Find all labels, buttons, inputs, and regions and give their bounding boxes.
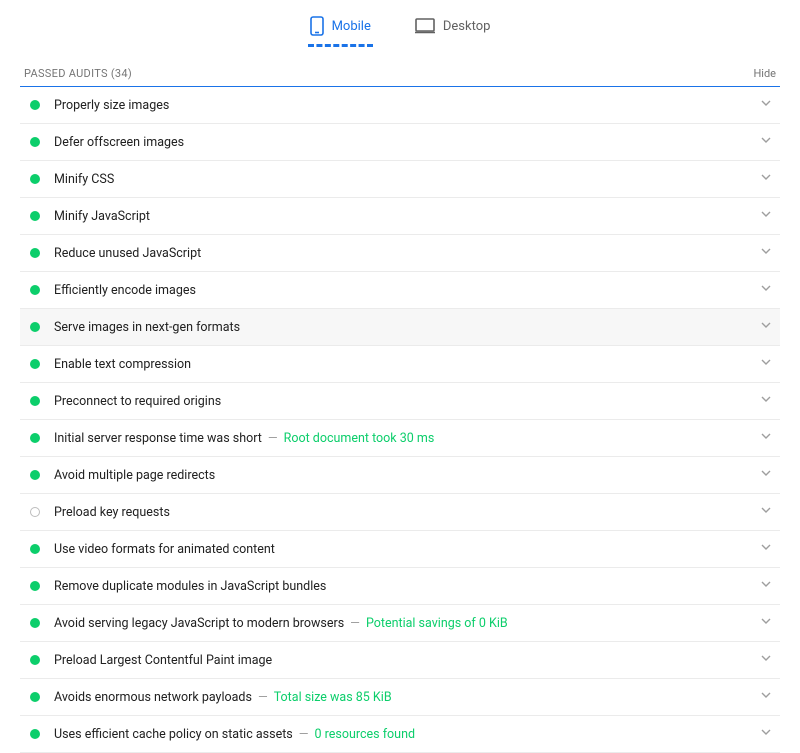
audit-label: Enable text compression bbox=[54, 357, 191, 372]
audit-detail: Root document took 30 ms bbox=[284, 431, 435, 446]
audit-detail: Potential savings of 0 KiB bbox=[366, 616, 508, 631]
audit-row[interactable]: Avoids enormous network payloads — Total s… bbox=[20, 679, 780, 716]
section-header[interactable]: Passed Audits (34) Hide bbox=[20, 59, 780, 87]
pass-status-icon bbox=[30, 396, 40, 406]
chevron-down-icon bbox=[760, 504, 772, 520]
separator: — bbox=[299, 727, 309, 742]
separator: — bbox=[268, 431, 278, 446]
audit-row[interactable]: Preload key requests bbox=[20, 494, 780, 531]
device-tabbar: Mobile Desktop bbox=[0, 0, 800, 47]
audit-row[interactable]: Avoid serving legacy JavaScript to moder… bbox=[20, 605, 780, 642]
audit-label: Uses efficient cache policy on static as… bbox=[54, 727, 293, 742]
audit-label: Preconnect to required origins bbox=[54, 394, 221, 409]
pass-status-icon bbox=[30, 359, 40, 369]
audit-label: Defer offscreen images bbox=[54, 135, 184, 150]
audit-label: Remove duplicate modules in JavaScript b… bbox=[54, 579, 326, 594]
audit-label: Preload key requests bbox=[54, 505, 170, 520]
tab-desktop[interactable]: Desktop bbox=[413, 12, 493, 45]
audit-row[interactable]: Avoid multiple page redirects bbox=[20, 457, 780, 494]
audit-row[interactable]: Minify JavaScript bbox=[20, 198, 780, 235]
audit-row[interactable]: Efficiently encode images bbox=[20, 272, 780, 309]
separator: — bbox=[258, 690, 268, 705]
audit-label: Minify JavaScript bbox=[54, 209, 150, 224]
chevron-down-icon bbox=[760, 208, 772, 224]
audit-row[interactable]: Preconnect to required origins bbox=[20, 383, 780, 420]
audit-row[interactable]: Defer offscreen images bbox=[20, 124, 780, 161]
pass-status-icon bbox=[30, 322, 40, 332]
chevron-down-icon bbox=[760, 726, 772, 742]
chevron-down-icon bbox=[760, 245, 772, 261]
audit-row[interactable]: Reduce unused JavaScript bbox=[20, 235, 780, 272]
audit-label: Avoid multiple page redirects bbox=[54, 468, 215, 483]
audit-row[interactable]: Minify CSS bbox=[20, 161, 780, 198]
audit-label: Properly size images bbox=[54, 98, 169, 113]
pass-status-icon bbox=[30, 211, 40, 221]
chevron-down-icon bbox=[760, 467, 772, 483]
audit-row[interactable]: Uses efficient cache policy on static as… bbox=[20, 716, 780, 753]
pass-status-icon bbox=[30, 285, 40, 295]
pass-status-icon bbox=[30, 470, 40, 480]
audit-row[interactable]: Properly size images bbox=[20, 87, 780, 124]
audit-row[interactable]: Initial server response time was short — R… bbox=[20, 420, 780, 457]
audit-label: Serve images in next-gen formats bbox=[54, 320, 240, 335]
audit-detail: Total size was 85 KiB bbox=[274, 690, 392, 705]
mobile-icon bbox=[310, 16, 324, 36]
chevron-down-icon bbox=[760, 171, 772, 187]
chevron-down-icon bbox=[760, 97, 772, 113]
chevron-down-icon bbox=[760, 541, 772, 557]
chevron-down-icon bbox=[760, 282, 772, 298]
chevron-down-icon bbox=[760, 134, 772, 150]
pass-status-icon bbox=[30, 174, 40, 184]
desktop-icon bbox=[415, 18, 435, 34]
pass-status-icon bbox=[30, 581, 40, 591]
audit-detail: 0 resources found bbox=[315, 727, 416, 742]
chevron-down-icon bbox=[760, 319, 772, 335]
audit-row[interactable]: Use video formats for animated content bbox=[20, 531, 780, 568]
audit-row[interactable]: Preload Largest Contentful Paint image bbox=[20, 642, 780, 679]
pass-status-icon bbox=[30, 433, 40, 443]
audit-label: Preload Largest Contentful Paint image bbox=[54, 653, 272, 668]
separator: — bbox=[350, 616, 360, 631]
audit-label: Avoid serving legacy JavaScript to moder… bbox=[54, 616, 344, 631]
chevron-down-icon bbox=[760, 578, 772, 594]
neutral-status-icon bbox=[30, 507, 40, 517]
audit-label: Minify CSS bbox=[54, 172, 114, 187]
audit-label: Efficiently encode images bbox=[54, 283, 196, 298]
audit-row[interactable]: Remove duplicate modules in JavaScript b… bbox=[20, 568, 780, 605]
audit-label: Use video formats for animated content bbox=[54, 542, 275, 557]
chevron-down-icon bbox=[760, 356, 772, 372]
audit-row[interactable]: Enable text compression bbox=[20, 346, 780, 383]
chevron-down-icon bbox=[760, 615, 772, 631]
passed-audits-section: Passed Audits (34) Hide Properly size im… bbox=[20, 59, 780, 753]
chevron-down-icon bbox=[760, 430, 772, 446]
tab-mobile-label: Mobile bbox=[332, 19, 371, 34]
pass-status-icon bbox=[30, 544, 40, 554]
pass-status-icon bbox=[30, 729, 40, 739]
pass-status-icon bbox=[30, 137, 40, 147]
audit-row[interactable]: Serve images in next-gen formats bbox=[20, 309, 780, 346]
pass-status-icon bbox=[30, 618, 40, 628]
section-title: Passed Audits (34) bbox=[24, 67, 132, 80]
audit-label: Avoids enormous network payloads bbox=[54, 690, 252, 705]
tab-desktop-label: Desktop bbox=[443, 19, 491, 34]
pass-status-icon bbox=[30, 248, 40, 258]
hide-toggle[interactable]: Hide bbox=[753, 67, 776, 80]
chevron-down-icon bbox=[760, 652, 772, 668]
pass-status-icon bbox=[30, 655, 40, 665]
pass-status-icon bbox=[30, 100, 40, 110]
tab-mobile[interactable]: Mobile bbox=[308, 10, 373, 47]
chevron-down-icon bbox=[760, 689, 772, 705]
chevron-down-icon bbox=[760, 393, 772, 409]
audit-list: Properly size images Defer offscreen imag… bbox=[20, 87, 780, 753]
audit-label: Reduce unused JavaScript bbox=[54, 246, 201, 261]
audit-label: Initial server response time was short bbox=[54, 431, 262, 446]
